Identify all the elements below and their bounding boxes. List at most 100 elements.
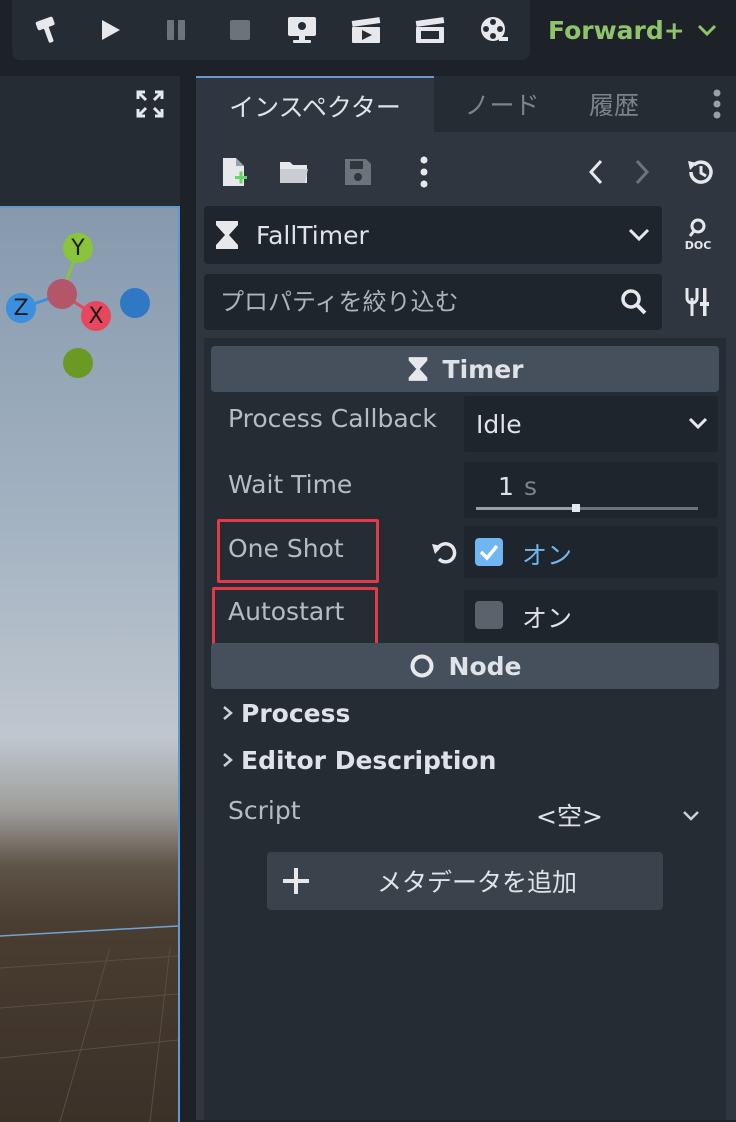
script-resource-picker[interactable]: <空> (464, 788, 718, 838)
process-callback-value: Idle (476, 409, 522, 439)
chevron-down-icon (697, 24, 716, 37)
section-header-timer: Timer (211, 346, 719, 392)
maximize-viewport-button[interactable] (128, 82, 172, 126)
group-process[interactable]: Process (211, 690, 719, 736)
stop-icon (230, 20, 250, 40)
gizmo-z-label: Z (13, 295, 29, 321)
tab-node-label: ノード (464, 91, 540, 120)
add-metadata-button[interactable]: メタデータを追加 (267, 852, 663, 910)
plus-icon (283, 868, 309, 894)
gizmo-y-label: Y (71, 235, 85, 261)
fullscreen-icon (136, 90, 164, 118)
one-shot-checkbox[interactable] (475, 538, 503, 566)
main-toolbar: Forward+ (0, 0, 736, 76)
open-documentation-button[interactable]: DOC (676, 212, 720, 256)
tools-icon (685, 288, 709, 316)
load-resource-button[interactable] (272, 150, 316, 194)
gizmo-neg-x-axis[interactable] (47, 279, 77, 309)
section-title-timer: Timer (442, 354, 524, 384)
resource-menu-button[interactable] (402, 150, 446, 194)
tab-inspector[interactable]: インスペクター (196, 76, 434, 134)
chevron-down-icon (628, 228, 650, 242)
dock-menu-button[interactable] (698, 82, 736, 126)
new-resource-button[interactable] (212, 150, 256, 194)
selected-node-name: FallTimer (256, 220, 369, 250)
chevron-right-icon (223, 753, 233, 767)
node-circle-icon (410, 654, 434, 678)
history-forward-button[interactable] (620, 150, 664, 194)
revert-icon (432, 542, 457, 564)
object-history-button[interactable] (678, 150, 722, 194)
chevron-left-icon (588, 159, 603, 185)
autostart-checkbox-row[interactable]: オン (464, 590, 718, 642)
wait-time-spinbox[interactable]: 1 s (464, 462, 718, 518)
pause-button[interactable] (152, 8, 200, 52)
renderer-label: Forward+ (548, 15, 685, 45)
inspector-settings-button[interactable] (676, 280, 720, 324)
orientation-gizmo[interactable]: Y Z X (0, 230, 160, 380)
prop-label-script: Script (228, 796, 301, 825)
svg-text:DOC: DOC (685, 239, 712, 251)
movie-maker-button[interactable] (470, 8, 518, 52)
one-shot-text: オン (522, 541, 573, 570)
group-editor-description[interactable]: Editor Description (211, 737, 719, 783)
checkmark-icon (479, 544, 499, 561)
highlight-one-shot (217, 519, 379, 583)
tab-history-label: 履歴 (588, 91, 639, 120)
play-controls-group (12, 0, 530, 60)
revert-one-shot-button[interactable] (422, 530, 466, 574)
play-button[interactable] (86, 8, 134, 52)
play-icon (102, 20, 120, 40)
autostart-text: オン (522, 604, 573, 633)
gizmo-z-axis[interactable]: Z (6, 293, 36, 323)
wait-time-slider-track (476, 504, 698, 512)
group-process-label: Process (241, 698, 351, 728)
gizmo-x-label: X (88, 303, 104, 329)
folder-icon (280, 162, 308, 183)
wait-time-value: 1 (498, 472, 514, 501)
one-shot-checkbox-row[interactable]: オン (464, 526, 718, 578)
clapper-icon (415, 17, 445, 43)
hourglass-icon (408, 357, 427, 381)
process-callback-dropdown[interactable]: Idle (464, 396, 718, 452)
prop-label-wait-time: Wait Time (228, 470, 353, 499)
kebab-menu-icon (420, 156, 428, 188)
prop-label-process-callback: Process Callback (228, 404, 437, 433)
gizmo-x-axis[interactable]: X (81, 301, 111, 331)
tab-history[interactable]: 履歴 (566, 76, 662, 132)
history-back-button[interactable] (574, 150, 618, 194)
gizmo-y-axis[interactable]: Y (63, 233, 93, 263)
highlight-autostart (212, 587, 378, 651)
property-filter (204, 274, 662, 330)
tab-node[interactable]: ノード (444, 76, 560, 132)
chevron-right-icon (635, 159, 650, 185)
chevron-down-icon (688, 417, 708, 430)
wait-time-slider-grabber[interactable] (572, 504, 580, 512)
script-value: <空> (536, 802, 603, 831)
wait-time-slider-fill (476, 507, 576, 510)
remote-debug-button[interactable] (278, 8, 326, 52)
gizmo-neg-z-axis[interactable] (120, 288, 150, 318)
new-file-icon (223, 158, 247, 186)
search-icon (621, 289, 647, 315)
kebab-menu-icon (713, 89, 721, 119)
viewport-header (0, 76, 180, 132)
filter-properties-input[interactable] (218, 287, 612, 317)
build-button[interactable] (24, 8, 72, 52)
group-editor-description-label: Editor Description (241, 745, 497, 775)
gizmo-neg-y-axis[interactable] (63, 348, 93, 378)
play-custom-scene-button[interactable] (406, 8, 454, 52)
save-resource-button[interactable] (336, 150, 380, 194)
stop-button[interactable] (216, 8, 264, 52)
add-metadata-label: メタデータを追加 (377, 868, 578, 897)
chevron-right-icon (223, 706, 233, 720)
section-header-node: Node (211, 643, 719, 689)
save-icon (345, 159, 371, 185)
renderer-selector[interactable]: Forward+ (548, 8, 728, 52)
autostart-checkbox[interactable] (475, 601, 503, 629)
history-icon (688, 160, 713, 184)
node-selector[interactable]: FallTimer (204, 206, 662, 264)
play-scene-button[interactable] (342, 8, 390, 52)
doc-icon: DOC (685, 218, 712, 251)
hammer-icon (35, 16, 55, 43)
